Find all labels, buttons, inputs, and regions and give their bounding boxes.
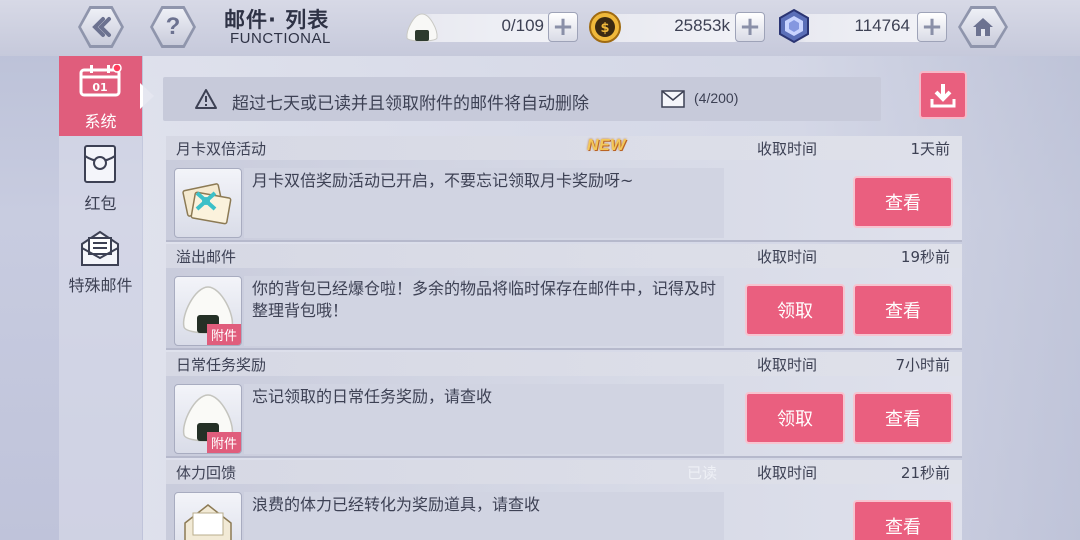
sidebar-item-label: 系统 (84, 112, 117, 131)
sidebar-item-red-envelope[interactable]: 红包 (59, 140, 142, 220)
sidebar-item-special-mail[interactable]: 特殊邮件 (59, 222, 142, 302)
mail-header: 日常任务奖励 收取时间 7小时前 (166, 352, 962, 376)
mail-category: 月卡双倍活动 (176, 140, 267, 158)
resource-value-crystal: 114764 (854, 16, 910, 35)
claim-button[interactable]: 领取 (745, 284, 845, 336)
mail-header: 体力回馈 已读 收取时间 21秒前 (166, 460, 962, 484)
mail-body: 浪费的体力已经转化为奖励道具，请查收 查看 (166, 484, 962, 540)
mail-item[interactable]: 月卡双倍活动 NEW 收取时间 1天前 月卡双倍奖励活动已开启，不要忘记领取月卡… (166, 136, 962, 242)
mail-time: 1天前 (910, 140, 950, 158)
warning-icon (195, 89, 217, 109)
mail-time-label: 收取时间 (757, 356, 818, 374)
mail-time: 7小时前 (895, 356, 950, 374)
chevron-left-icon (92, 17, 111, 37)
open-envelope-icon (184, 504, 232, 540)
mail-text: 忘记领取的日常任务奖励，请查收 (252, 387, 493, 406)
mail-item[interactable]: 日常任务奖励 收取时间 7小时前 附件 忘记领取的日常任务奖励，请查收 领取 查… (166, 352, 962, 458)
red-envelope-icon (84, 145, 116, 183)
mail-count: (4/200) (694, 90, 739, 106)
rice-ball-icon (406, 13, 438, 42)
attachment-tag: 附件 (206, 432, 241, 453)
mail-time-label: 收取时间 (757, 140, 818, 158)
mail-text: 月卡双倍奖励活动已开启，不要忘记领取月卡奖励呀~ (252, 171, 634, 190)
download-button[interactable] (919, 71, 967, 119)
mail-text: 浪费的体力已经转化为奖励道具，请查收 (252, 495, 541, 514)
sidebar: 01 系统 红包 特殊邮件 (59, 56, 142, 540)
mail-body: 附件 忘记领取的日常任务奖励，请查收 领取 查看 (166, 376, 962, 458)
envelope-icon (661, 90, 685, 108)
question-icon: ? (165, 13, 181, 40)
sidebar-item-system[interactable]: 01 系统 (59, 56, 142, 136)
gift-card-icon (182, 183, 232, 225)
claim-button[interactable]: 领取 (745, 392, 845, 444)
mail-category: 体力回馈 (176, 464, 237, 482)
mail-time: 19秒前 (900, 248, 950, 266)
mail-item[interactable]: 体力回馈 已读 收取时间 21秒前 浪费的体力已经转化为奖励道具，请查收 查看 (166, 460, 962, 540)
mail-body: 月卡双倍奖励活动已开启，不要忘记领取月卡奖励呀~ 查看 (166, 160, 962, 242)
add-gold-button[interactable]: + (735, 12, 765, 42)
page-subtitle: FUNCTIONAL (230, 30, 331, 47)
special-mail-icon (81, 230, 119, 266)
view-button[interactable]: 查看 (853, 284, 953, 336)
mail-thumbnail (174, 168, 242, 238)
mail-thumbnail (174, 492, 242, 540)
read-status: 已读 (687, 464, 718, 482)
resource-value-stamina: 0/109 (501, 16, 544, 35)
mail-time-label: 收取时间 (757, 248, 818, 266)
mail-thumbnail: 附件 (174, 384, 242, 454)
download-icon (930, 84, 956, 108)
add-crystal-button[interactable]: + (917, 12, 947, 42)
new-badge: NEW (587, 137, 626, 154)
mail-time-label: 收取时间 (757, 464, 818, 482)
gold-coin-icon: $ (589, 11, 621, 43)
attachment-tag: 附件 (206, 324, 241, 345)
svg-text:01: 01 (92, 81, 107, 94)
sidebar-item-label: 红包 (84, 194, 117, 213)
mail-time: 21秒前 (900, 464, 950, 482)
sidebar-item-label: 特殊邮件 (68, 276, 133, 295)
notice-text: 超过七天或已读并且领取附件的邮件将自动删除 (232, 94, 589, 114)
home-icon (973, 18, 993, 36)
mail-category: 日常任务奖励 (176, 356, 267, 374)
svg-text:$: $ (600, 21, 609, 36)
mail-text: 你的背包已经爆仓啦！多余的物品将临时保存在邮件中，记得及时整理背包哦！ (252, 279, 717, 320)
view-button[interactable]: 查看 (853, 176, 953, 228)
calendar-mail-icon: 01 (79, 64, 122, 97)
mail-header: 溢出邮件 收取时间 19秒前 (166, 244, 962, 268)
crystal-icon (779, 8, 809, 44)
mail-header: 月卡双倍活动 NEW 收取时间 1天前 (166, 136, 962, 160)
mail-body: 附件 你的背包已经爆仓啦！多余的物品将临时保存在邮件中，记得及时整理背包哦！ 领… (166, 268, 962, 350)
add-stamina-button[interactable]: + (548, 12, 578, 42)
view-button[interactable]: 查看 (853, 500, 953, 540)
mail-thumbnail: 附件 (174, 276, 242, 346)
mail-item[interactable]: 溢出邮件 收取时间 19秒前 附件 你的背包已经爆仓啦！多余的物品将临时保存在邮… (166, 244, 962, 350)
resource-value-gold: 25853k (674, 16, 730, 35)
view-button[interactable]: 查看 (853, 392, 953, 444)
mail-category: 溢出邮件 (176, 248, 237, 266)
